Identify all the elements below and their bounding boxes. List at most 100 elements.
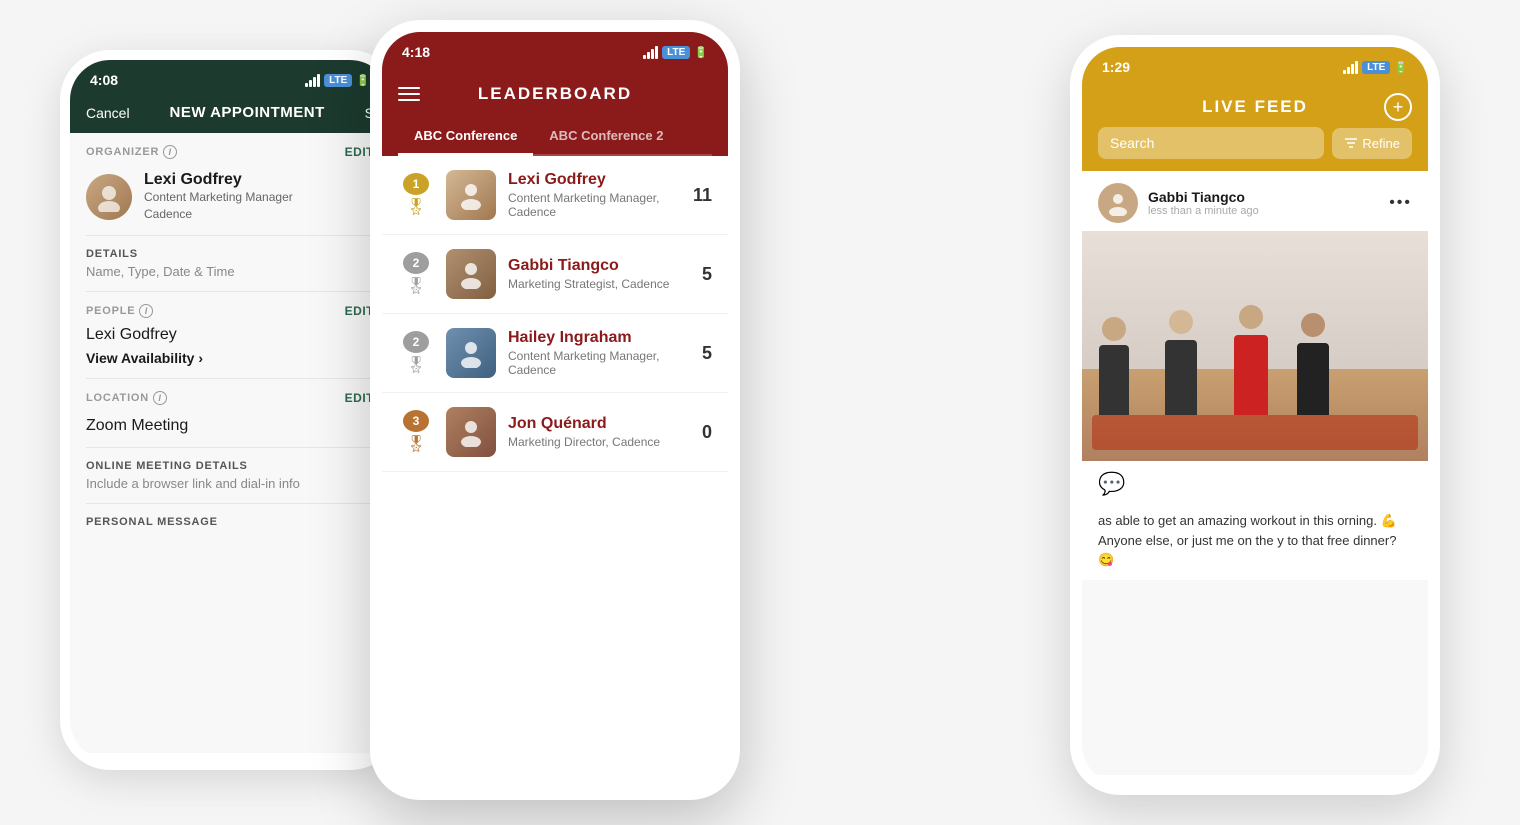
organizer-label: ORGANIZER i	[86, 145, 177, 159]
left-time: 4:08	[90, 72, 118, 88]
lte-badge: LTE	[324, 74, 352, 87]
leader-info-2: Gabbi Tiangco Marketing Strategist, Cade…	[508, 257, 690, 291]
feed-user-name: Gabbi Tiangco	[1148, 189, 1379, 205]
phone-right: 1:29 LTE 🔋 LIVE FEED + Search	[1070, 35, 1440, 795]
center-header: LEADERBOARD ABC Conference ABC Conferenc…	[382, 68, 728, 156]
leader-avatar-2	[446, 249, 496, 299]
view-availability-button[interactable]: View Availability ›	[70, 346, 390, 378]
feed-photo	[1082, 231, 1428, 461]
personal-message-section: PERSONAL MESSAGE	[70, 504, 390, 540]
organizer-title: Content Marketing Manager Cadence	[144, 189, 293, 223]
gym-scene	[1082, 231, 1428, 461]
feed-post-time: less than a minute ago	[1148, 205, 1379, 217]
leader-row-2: 2 🎖 Gabbi Tiangco Marketing Strategist, …	[382, 235, 728, 314]
right-title-row: LIVE FEED +	[1098, 91, 1412, 127]
leader-score-1: 11	[693, 185, 712, 206]
header-title: NEW APPOINTMENT	[169, 104, 324, 121]
scene: 4:08 LTE 🔋 Cancel NEW APPOINTMENT S	[0, 0, 1520, 825]
figure-3	[1234, 335, 1268, 415]
cancel-button[interactable]: Cancel	[86, 105, 130, 121]
live-feed-title: LIVE FEED	[1202, 97, 1308, 117]
right-feed-content: Gabbi Tiangco less than a minute ago •••	[1082, 171, 1428, 775]
left-content: ORGANIZER i EDIT Lexi Godfrey Content Ma…	[70, 133, 390, 753]
rank-badge-2: 2 🎖	[398, 252, 434, 296]
center-status-icons: LTE 🔋	[643, 46, 708, 59]
people-section-header: PEOPLE i EDIT	[70, 292, 390, 322]
people-label: PEOPLE i	[86, 304, 153, 318]
right-notch	[1195, 47, 1315, 75]
figure-4	[1297, 343, 1329, 415]
leader-name-2: Gabbi Tiangco	[508, 257, 690, 275]
center-notch	[495, 32, 615, 60]
leader-role-3: Content Marketing Manager, Cadence	[508, 349, 690, 377]
center-nav: LEADERBOARD	[398, 76, 712, 118]
location-section-header: LOCATION i EDIT	[70, 379, 390, 409]
leader-score-2: 5	[702, 264, 712, 285]
right-battery-icon: 🔋	[1394, 61, 1408, 74]
hamburger-menu-button[interactable]	[398, 87, 420, 101]
leader-info-4: Jon Quénard Marketing Director, Cadence	[508, 415, 690, 449]
feed-post-header: Gabbi Tiangco less than a minute ago •••	[1082, 171, 1428, 231]
online-meeting-label: ONLINE MEETING DETAILS	[86, 460, 374, 472]
right-signal-icon	[1343, 61, 1358, 74]
leader-role-4: Marketing Director, Cadence	[508, 435, 690, 449]
tab-abc-conference[interactable]: ABC Conference	[398, 118, 533, 156]
center-time: 4:18	[402, 44, 430, 60]
details-subtitle: Name, Type, Date & Time	[86, 264, 374, 279]
tab-abc-conference-2[interactable]: ABC Conference 2	[533, 118, 679, 156]
leader-score-3: 5	[702, 343, 712, 364]
center-lte-badge: LTE	[662, 46, 690, 59]
leader-row-4: 3 🎖 Jon Quénard Marketing Director, Cade…	[382, 393, 728, 472]
center-battery-icon: 🔋	[694, 46, 708, 59]
rank-number-4: 3	[403, 410, 429, 432]
ribbon-icon-3: 🎖	[406, 355, 426, 375]
search-input[interactable]: Search	[1098, 127, 1324, 159]
leader-row-3: 2 🎖 Hailey Ingraham Content Marketing Ma…	[382, 314, 728, 393]
left-notch	[170, 60, 290, 88]
leader-info-3: Hailey Ingraham Content Marketing Manage…	[508, 329, 690, 377]
refine-button[interactable]: Refine	[1332, 128, 1412, 159]
add-post-button[interactable]: +	[1384, 93, 1412, 121]
leaderboard-title: LEADERBOARD	[478, 84, 632, 104]
ribbon-icon-1: 🎖	[406, 197, 426, 217]
person-body-1	[1099, 345, 1129, 415]
search-row: Search Refine	[1098, 127, 1412, 159]
phone-left: 4:08 LTE 🔋 Cancel NEW APPOINTMENT S	[60, 50, 400, 770]
rank-number-1: 1	[403, 173, 429, 195]
battery-icon: 🔋	[356, 74, 370, 87]
more-options-button[interactable]: •••	[1389, 194, 1412, 212]
rank-number-3: 2	[403, 331, 429, 353]
organizer-info-icon: i	[163, 145, 177, 159]
comment-button[interactable]: 💬	[1098, 471, 1125, 497]
location-label: LOCATION i	[86, 391, 167, 405]
rank-number-2: 2	[403, 252, 429, 274]
organizer-avatar	[86, 174, 132, 220]
rank-badge-1: 1 🎖	[398, 173, 434, 217]
rank-badge-4: 3 🎖	[398, 410, 434, 454]
filter-icon	[1344, 136, 1358, 150]
left-status-icons: LTE 🔋	[305, 74, 370, 87]
figure-1	[1099, 345, 1129, 415]
figure-2	[1165, 340, 1197, 415]
feed-user-info: Gabbi Tiangco less than a minute ago	[1148, 189, 1379, 217]
right-status-icons: LTE 🔋	[1343, 61, 1408, 74]
leader-row-1: 1 🎖 Lexi Godfrey Content Marketing Manag…	[382, 156, 728, 235]
center-signal-icon	[643, 46, 658, 59]
organizer-name: Lexi Godfrey	[144, 171, 293, 189]
leader-name-3: Hailey Ingraham	[508, 329, 690, 347]
rank-badge-3: 2 🎖	[398, 331, 434, 375]
leader-avatar-1	[446, 170, 496, 220]
signal-icon	[305, 74, 320, 87]
left-header: Cancel NEW APPOINTMENT S	[70, 96, 390, 133]
leader-name-4: Jon Quénard	[508, 415, 690, 433]
personal-message-label: PERSONAL MESSAGE	[86, 516, 374, 528]
organizer-info: Lexi Godfrey Content Marketing Manager C…	[144, 171, 293, 223]
right-lte-badge: LTE	[1362, 61, 1390, 74]
ribbon-icon-2: 🎖	[406, 276, 426, 296]
tab-bar: ABC Conference ABC Conference 2	[398, 118, 712, 156]
leaderboard-content: 1 🎖 Lexi Godfrey Content Marketing Manag…	[382, 156, 728, 784]
feed-user-avatar	[1098, 183, 1138, 223]
feed-caption: as able to get an amazing workout in thi…	[1082, 507, 1428, 580]
details-section: DETAILS Name, Type, Date & Time	[70, 236, 390, 291]
details-label: DETAILS	[86, 248, 374, 260]
